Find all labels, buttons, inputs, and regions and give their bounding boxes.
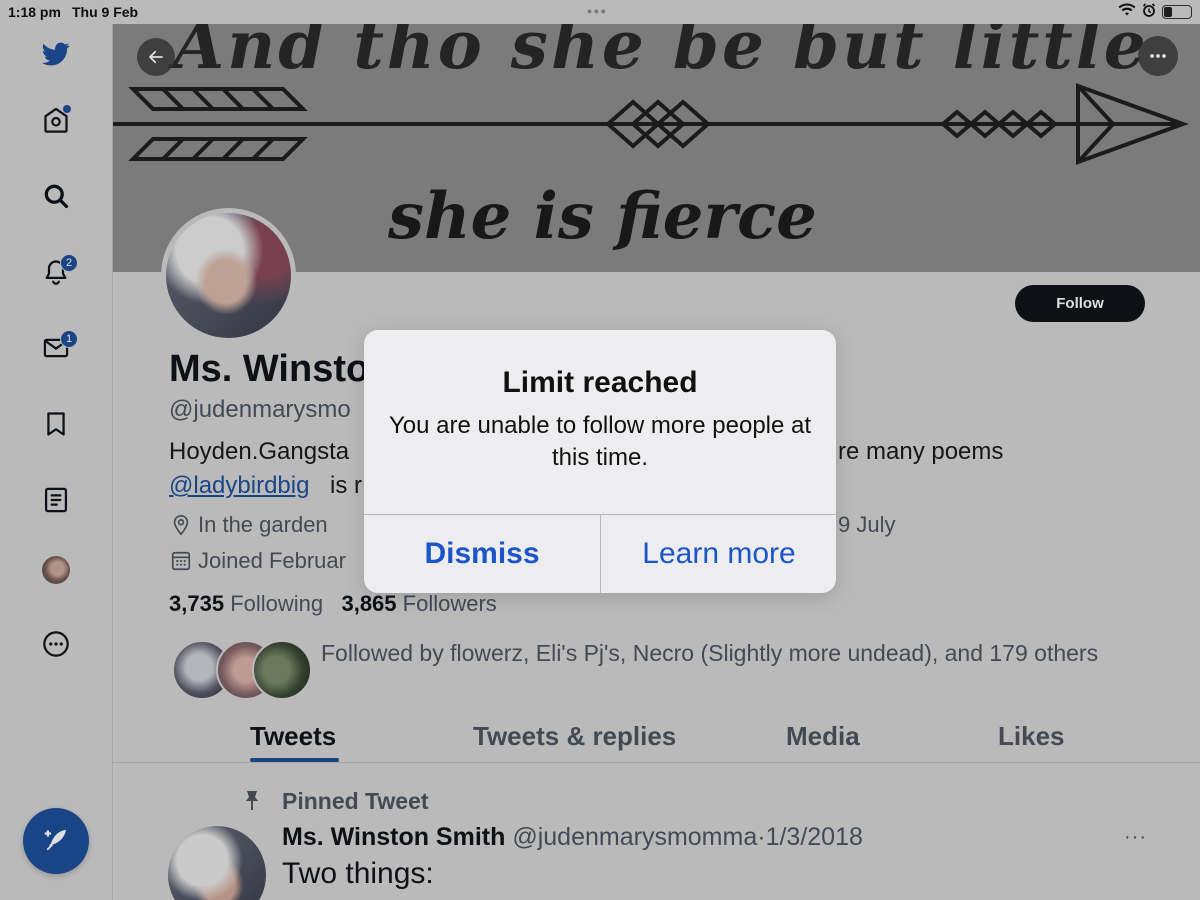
dismiss-button[interactable]: Dismiss xyxy=(364,515,600,593)
dialog-title: Limit reached xyxy=(502,366,698,399)
dialog-message: You are unable to follow more people at … xyxy=(388,412,812,471)
limit-reached-dialog: Limit reached You are unable to follow m… xyxy=(364,330,836,593)
learn-more-button[interactable]: Learn more xyxy=(601,515,836,593)
